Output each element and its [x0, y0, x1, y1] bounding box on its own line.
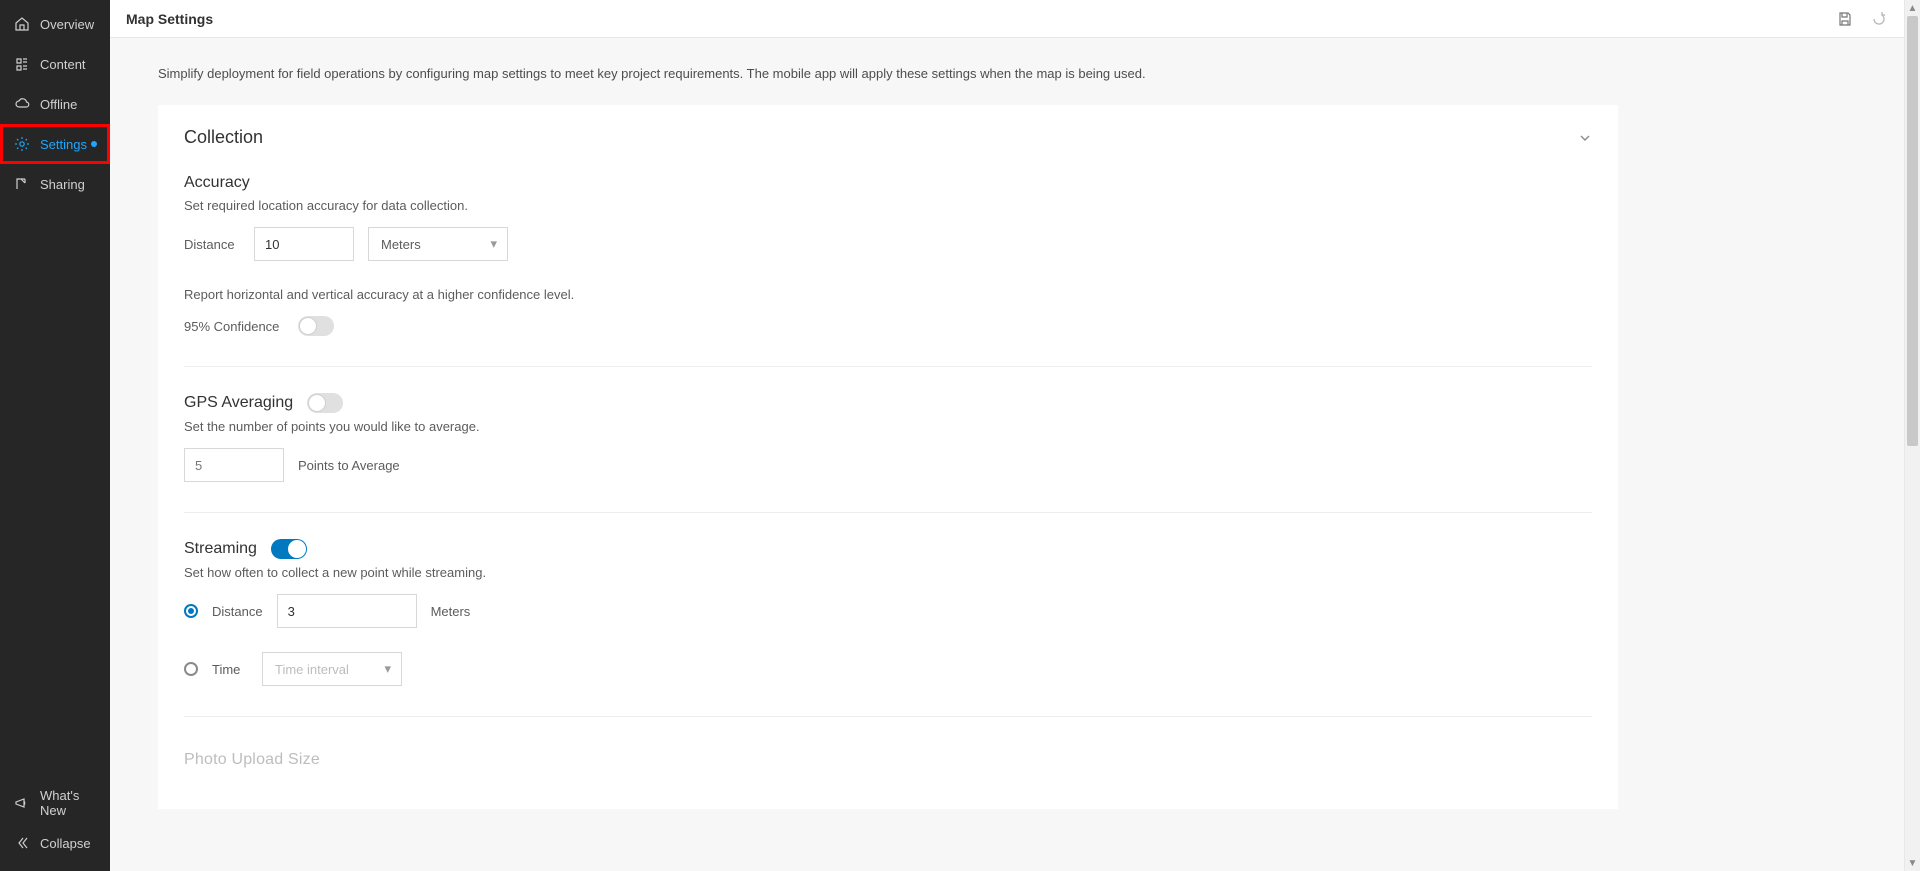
accuracy-unit-value: Meters	[381, 237, 421, 252]
gear-icon	[14, 136, 30, 152]
panel-head: Collection	[184, 127, 1592, 148]
gps-points-row: Points to Average	[184, 448, 1592, 482]
sidebar-item-sharing[interactable]: Sharing	[0, 164, 110, 204]
sidebar-item-label: Overview	[40, 17, 94, 32]
scroll-up-arrow-icon[interactable]: ▲	[1905, 0, 1920, 16]
sidebar-item-label: Collapse	[40, 836, 91, 851]
caret-down-icon: ▾	[384, 661, 391, 677]
streaming-distance-label: Distance	[212, 604, 263, 619]
divider	[184, 512, 1592, 513]
accuracy-distance-label: Distance	[184, 237, 240, 252]
sidebar-item-collapse[interactable]: Collapse	[0, 823, 110, 863]
scroll-thumb[interactable]	[1907, 16, 1918, 446]
gps-points-label: Points to Average	[298, 458, 400, 473]
cloud-icon	[14, 96, 30, 112]
streaming-time-row: Time Time interval ▾	[184, 652, 1592, 686]
scroll-track[interactable]	[1905, 16, 1920, 855]
megaphone-icon	[14, 795, 30, 811]
reset-button[interactable]	[1870, 10, 1888, 28]
scroll-down-arrow-icon[interactable]: ▼	[1905, 855, 1920, 871]
gps-desc: Set the number of points you would like …	[184, 419, 1592, 434]
accuracy-title: Accuracy	[184, 174, 1592, 192]
gps-title: GPS Averaging	[184, 393, 1592, 413]
sidebar-item-label: Offline	[40, 97, 77, 112]
sidebar-nav-bottom: What's New Collapse	[0, 783, 110, 871]
streaming-time-placeholder: Time interval	[275, 662, 349, 677]
streaming-distance-row: Distance Meters	[184, 594, 1592, 628]
window-scrollbar[interactable]: ▲ ▼	[1904, 0, 1920, 871]
streaming-time-radio[interactable]	[184, 662, 198, 676]
sidebar-item-label: Settings	[40, 137, 87, 152]
confidence-label: 95% Confidence	[184, 319, 284, 334]
sidebar-item-label: Sharing	[40, 177, 85, 192]
photo-upload-title: Photo Upload Size	[184, 751, 1592, 769]
accuracy-desc: Set required location accuracy for data …	[184, 198, 1592, 213]
sidebar-item-offline[interactable]: Offline	[0, 84, 110, 124]
gps-title-text: GPS Averaging	[184, 394, 293, 412]
streaming-distance-unit: Meters	[431, 604, 471, 619]
header-tools	[1836, 10, 1888, 28]
divider	[184, 716, 1592, 717]
panel-collapse-toggle[interactable]	[1578, 131, 1592, 145]
sidebar-item-whats-new[interactable]: What's New	[0, 783, 110, 823]
page-title: Map Settings	[126, 11, 213, 27]
sidebar-item-label: What's New	[40, 788, 96, 818]
streaming-distance-radio[interactable]	[184, 604, 198, 618]
share-icon	[14, 176, 30, 192]
sidebar: Overview Content Offline Settings Sha	[0, 0, 110, 871]
streaming-title-text: Streaming	[184, 540, 257, 558]
confidence-toggle[interactable]	[298, 316, 334, 336]
streaming-time-select[interactable]: Time interval ▾	[262, 652, 402, 686]
accuracy-section: Accuracy Set required location accuracy …	[184, 174, 1592, 336]
sidebar-nav-top: Overview Content Offline Settings Sha	[0, 0, 110, 783]
main: Map Settings Simplify deployment for fie…	[110, 0, 1904, 871]
sidebar-item-settings[interactable]: Settings	[0, 124, 110, 164]
content-scroll[interactable]: Simplify deployment for field operations…	[110, 38, 1904, 871]
collapse-icon	[14, 835, 30, 851]
sidebar-item-content[interactable]: Content	[0, 44, 110, 84]
intro-text: Simplify deployment for field operations…	[158, 66, 1358, 81]
streaming-time-label: Time	[212, 662, 248, 677]
streaming-section: Streaming Set how often to collect a new…	[184, 539, 1592, 686]
gps-section: GPS Averaging Set the number of points y…	[184, 393, 1592, 482]
accuracy-unit-select[interactable]: Meters ▾	[368, 227, 508, 261]
confidence-desc: Report horizontal and vertical accuracy …	[184, 287, 1592, 302]
accuracy-distance-input[interactable]	[254, 227, 354, 261]
streaming-toggle[interactable]	[271, 539, 307, 559]
caret-down-icon: ▾	[490, 236, 497, 252]
gps-toggle[interactable]	[307, 393, 343, 413]
streaming-distance-input[interactable]	[277, 594, 417, 628]
collection-panel: Collection Accuracy Set required locatio…	[158, 105, 1618, 809]
sidebar-item-label: Content	[40, 57, 86, 72]
home-icon	[14, 16, 30, 32]
divider	[184, 366, 1592, 367]
streaming-title: Streaming	[184, 539, 1592, 559]
accuracy-distance-row: Distance Meters ▾	[184, 227, 1592, 261]
panel-title: Collection	[184, 127, 263, 148]
unsaved-indicator-icon	[91, 141, 97, 147]
confidence-row: 95% Confidence	[184, 316, 1592, 336]
header: Map Settings	[110, 0, 1904, 38]
streaming-desc: Set how often to collect a new point whi…	[184, 565, 1592, 580]
layers-icon	[14, 56, 30, 72]
save-button[interactable]	[1836, 10, 1854, 28]
gps-points-input[interactable]	[184, 448, 284, 482]
sidebar-item-overview[interactable]: Overview	[0, 4, 110, 44]
